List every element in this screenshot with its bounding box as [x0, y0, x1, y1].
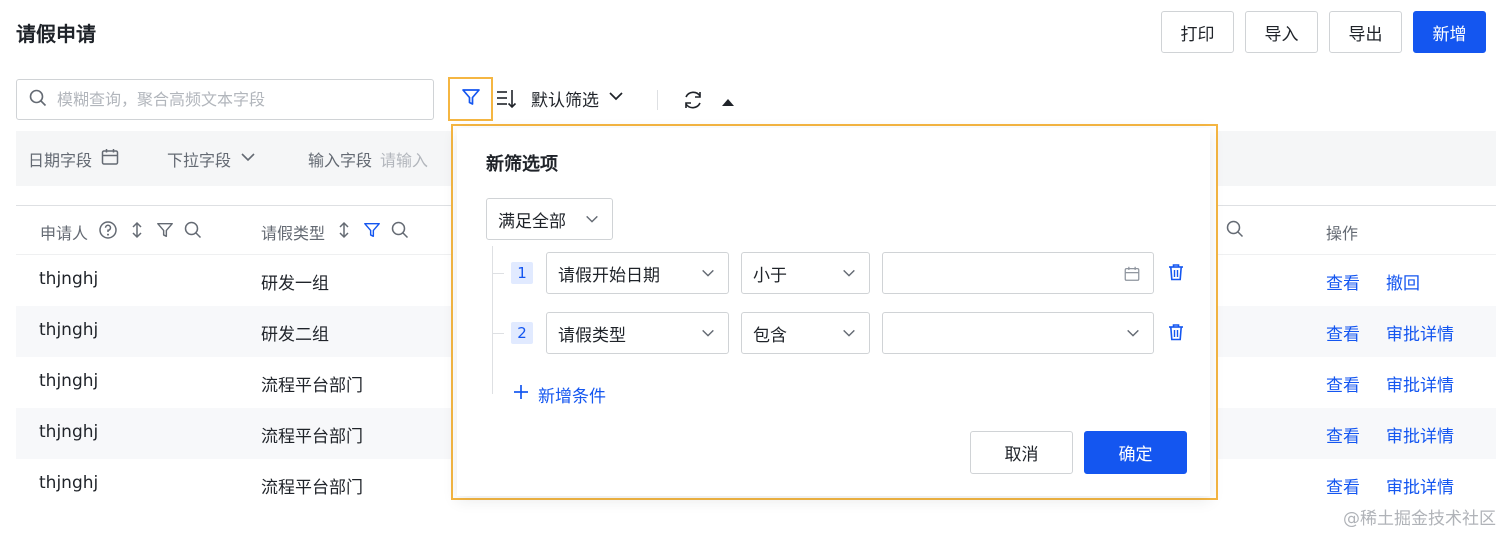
search-icon[interactable] [1226, 220, 1244, 242]
date-field-label: 日期字段 [28, 151, 93, 170]
condition-index: 2 [511, 322, 533, 344]
add-button[interactable]: 新增 [1413, 11, 1486, 53]
match-mode-value: 满足全部 [498, 211, 566, 232]
column-actions-label: 操作 [1326, 224, 1359, 243]
page-title: 请假申请 [16, 22, 96, 46]
chevron-down-icon [841, 325, 857, 346]
approval-details-link[interactable]: 审批详情 [1386, 371, 1454, 396]
chevron-down-icon [700, 265, 716, 286]
cell-applicant: thjnghj [39, 371, 99, 391]
dropdown-field-label: 下拉字段 [167, 151, 232, 170]
delete-condition-icon[interactable] [1166, 322, 1186, 346]
condition-field-value: 请假开始日期 [558, 265, 660, 286]
cell-applicant: thjnghj [39, 320, 99, 340]
search-input[interactable] [57, 90, 417, 109]
confirm-button[interactable]: 确定 [1084, 431, 1187, 474]
help-icon[interactable] [98, 220, 118, 244]
approval-details-link[interactable]: 审批详情 [1386, 422, 1454, 447]
calendar-icon [100, 147, 120, 171]
condition-index: 1 [511, 262, 533, 284]
chevron-down-icon [841, 265, 857, 286]
filter-icon [461, 87, 481, 111]
view-link[interactable]: 查看 [1326, 320, 1360, 345]
column-actions: 操作 [1326, 220, 1358, 244]
view-link[interactable]: 查看 [1326, 422, 1360, 447]
condition-operator-value: 包含 [753, 325, 787, 346]
condition-tree-branch [492, 333, 504, 334]
watermark: @稀土掘金技术社区 [1343, 509, 1496, 529]
toolbar-divider [657, 90, 658, 110]
condition-operator-value: 小于 [753, 265, 787, 286]
view-link[interactable]: 查看 [1326, 473, 1360, 498]
cell-leave-type: 研发一组 [261, 274, 329, 294]
column-leave-type-label: 请假类型 [261, 224, 326, 243]
plus-icon [512, 383, 530, 406]
export-button[interactable]: 导出 [1329, 11, 1402, 53]
cell-applicant: thjnghj [39, 269, 99, 289]
input-field-label: 输入字段 [308, 151, 373, 170]
sort-toggle-icon[interactable] [128, 220, 146, 244]
cell-applicant: thjnghj [39, 473, 99, 493]
chevron-down-icon [700, 325, 716, 346]
approval-details-link[interactable]: 审批详情 [1386, 473, 1454, 498]
withdraw-link[interactable]: 撤回 [1386, 269, 1420, 294]
new-filter-popup: 新筛选项 满足全部 1 请假开始日期 小于 2 请假类型 包含 新增条件 取消 … [451, 124, 1218, 500]
default-filter-dropdown[interactable]: 默认筛选 [531, 86, 625, 111]
condition-tree-line [492, 246, 493, 394]
column-hidden-search[interactable] [1226, 220, 1244, 242]
condition-field-select[interactable]: 请假类型 [546, 312, 729, 354]
search-box[interactable] [16, 79, 434, 120]
popup-title: 新筛选项 [486, 154, 558, 175]
date-field-filter[interactable]: 日期字段 [28, 147, 120, 171]
popup-panel: 新筛选项 满足全部 1 请假开始日期 小于 2 请假类型 包含 新增条件 取消 … [457, 128, 1210, 496]
default-filter-label: 默认筛选 [531, 91, 599, 111]
chevron-down-icon [584, 211, 600, 232]
print-button[interactable]: 打印 [1161, 11, 1234, 53]
condition-tree-branch [492, 273, 504, 274]
condition-field-select[interactable]: 请假开始日期 [546, 252, 729, 294]
sort-toggle-icon[interactable] [335, 220, 353, 244]
column-applicant: 申请人 [40, 220, 202, 244]
condition-operator-select[interactable]: 小于 [741, 252, 870, 294]
cell-leave-type: 流程平台部门 [261, 478, 363, 498]
filter-icon[interactable] [156, 221, 174, 243]
chevron-down-icon [1125, 325, 1141, 346]
chevron-down-icon [607, 87, 625, 110]
sort-icon[interactable] [495, 87, 519, 111]
dropdown-field-filter[interactable]: 下拉字段 [167, 147, 257, 171]
condition-value-select[interactable] [882, 312, 1154, 354]
view-link[interactable]: 查看 [1326, 269, 1360, 294]
chevron-down-icon [239, 148, 257, 170]
condition-operator-select[interactable]: 包含 [741, 312, 870, 354]
filter-icon-active[interactable] [363, 221, 381, 243]
column-applicant-label: 申请人 [40, 224, 89, 243]
input-field-placeholder[interactable]: 请输入 [380, 147, 428, 171]
condition-field-value: 请假类型 [558, 325, 626, 346]
add-condition-label: 新增条件 [538, 387, 606, 407]
search-icon[interactable] [184, 221, 202, 243]
search-icon[interactable] [391, 221, 409, 243]
condition-date-picker[interactable] [882, 252, 1154, 294]
match-mode-select[interactable]: 满足全部 [486, 198, 613, 240]
import-button[interactable]: 导入 [1245, 11, 1318, 53]
search-icon [29, 89, 47, 111]
refresh-icon[interactable] [681, 88, 705, 116]
delete-condition-icon[interactable] [1166, 262, 1186, 286]
cell-leave-type: 流程平台部门 [261, 427, 363, 447]
calendar-icon [1123, 265, 1141, 288]
cell-leave-type: 研发二组 [261, 325, 329, 345]
cell-applicant: thjnghj [39, 422, 99, 442]
collapse-icon[interactable] [720, 93, 736, 112]
add-condition-button[interactable]: 新增条件 [512, 382, 606, 407]
approval-details-link[interactable]: 审批详情 [1386, 320, 1454, 345]
input-field-filter[interactable]: 输入字段 请输入 [308, 147, 428, 171]
cancel-button[interactable]: 取消 [970, 431, 1073, 474]
filter-button[interactable] [448, 77, 493, 121]
cell-leave-type: 流程平台部门 [261, 376, 363, 396]
view-link[interactable]: 查看 [1326, 371, 1360, 396]
column-leave-type: 请假类型 [261, 220, 409, 244]
